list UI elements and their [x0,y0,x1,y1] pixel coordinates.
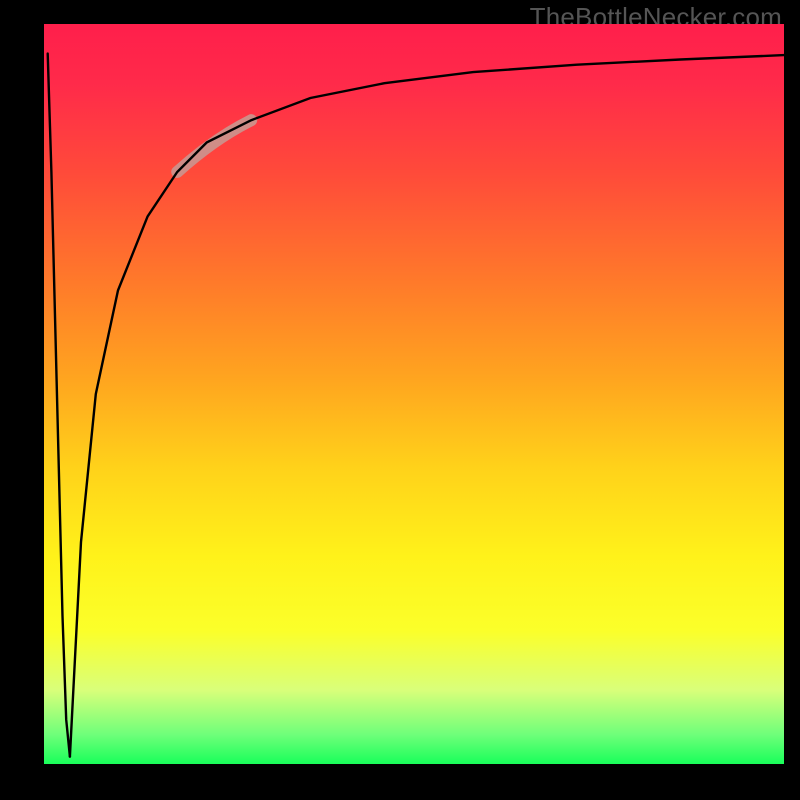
bottleneck-curve [48,54,784,757]
curves-svg [44,24,784,764]
plot-area [44,24,784,764]
chart-frame: TheBottleNecker.com [0,0,800,800]
highlight-segment [177,120,251,172]
